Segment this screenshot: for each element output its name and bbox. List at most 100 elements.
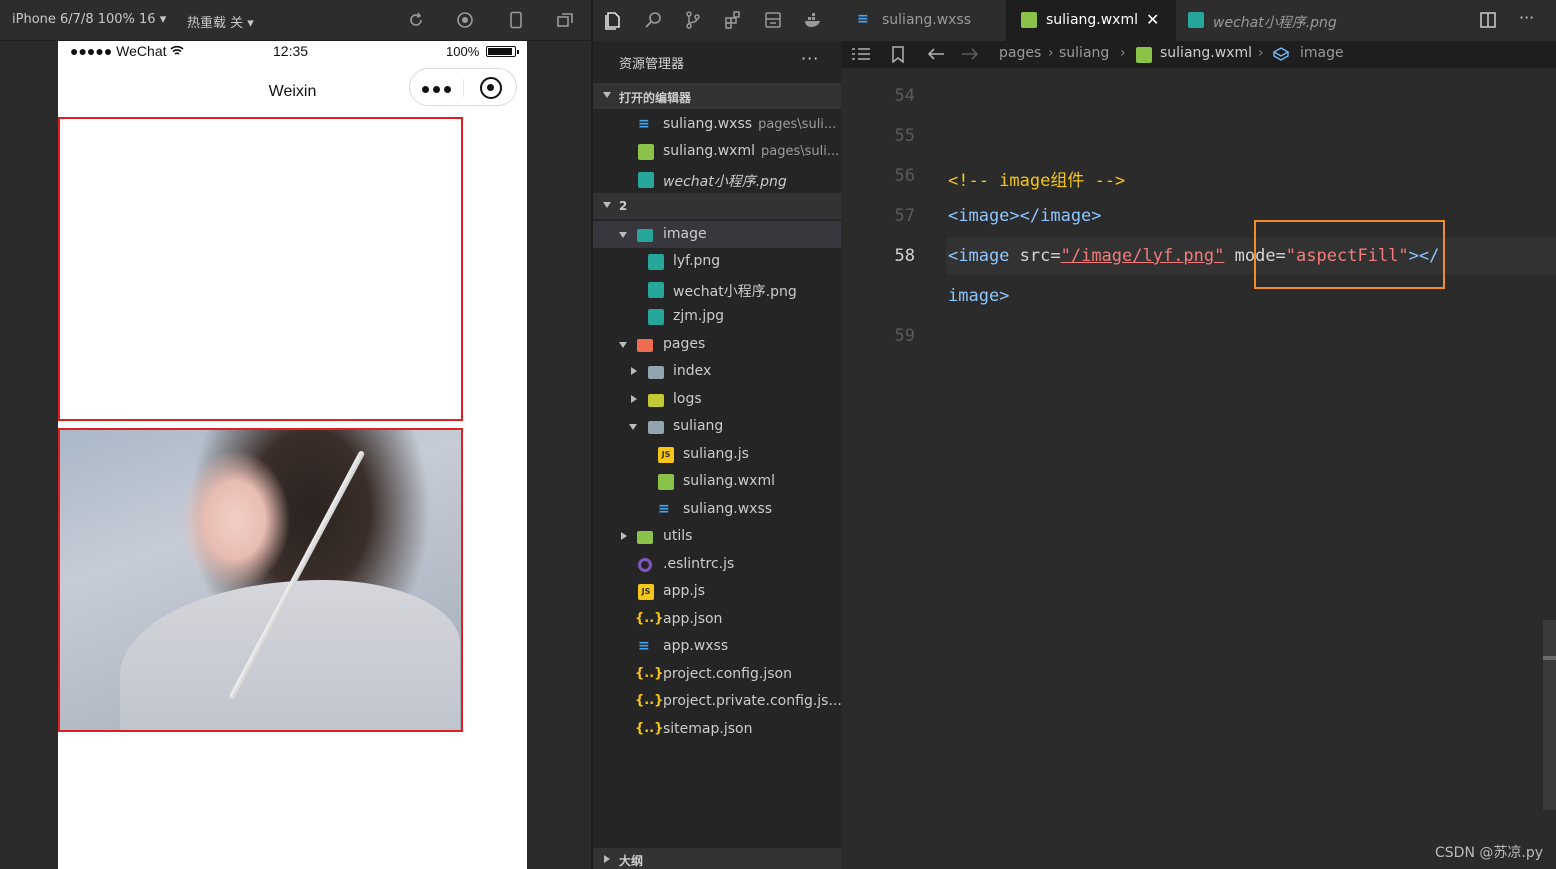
chevron-right-icon: › (1048, 45, 1054, 61)
wxss-icon: ≡ (638, 116, 650, 132)
tree-folder-pages[interactable]: pages (593, 331, 843, 358)
tree-file-app-js[interactable]: JS app.js (593, 578, 843, 605)
tree-folder-image[interactable]: image (593, 221, 843, 248)
search-icon[interactable] (643, 10, 663, 30)
battery-percent: 100% (446, 44, 480, 59)
tree-file-wechat-png[interactable]: wechat小程序.png (593, 276, 843, 303)
outline-label: 大纲 (619, 854, 644, 868)
open-editor-item[interactable]: ≡ suliang.wxss pages\suli... (593, 111, 843, 138)
breadcrumb-item[interactable]: pages (999, 45, 1041, 61)
explorer-icon[interactable] (603, 10, 623, 30)
woman-photo (60, 430, 461, 730)
line-number: 58 (894, 246, 915, 266)
breadcrumb-item[interactable]: suliang.wxml (1160, 45, 1252, 61)
tree-folder-utils[interactable]: utils (593, 523, 843, 550)
wxml-icon (1136, 47, 1152, 63)
code-comment: <!-- image组件 --> (948, 171, 1126, 191)
more-icon[interactable] (422, 86, 452, 93)
open-editor-item[interactable]: wechat小程序.png (593, 166, 843, 193)
code-editor[interactable]: 54 55 56 57 58 59 <!-- image组件 --> <imag… (841, 68, 1556, 869)
tab-label: suliang.wxml (1046, 12, 1138, 28)
open-editor-item[interactable]: suliang.wxml pages\suli... (593, 138, 843, 165)
tab-label: wechat小程序.png (1213, 15, 1337, 31)
png-icon (648, 309, 664, 325)
breadcrumb-item[interactable]: suliang (1059, 45, 1109, 61)
code-string-link[interactable]: "/image/lyf.png" (1061, 246, 1225, 266)
project-header[interactable]: 2 (593, 193, 843, 219)
line-number: 55 (894, 126, 915, 146)
docker-icon[interactable] (803, 10, 823, 30)
mode-highlight-box (1254, 220, 1445, 289)
open-editors-header[interactable]: 打开的编辑器 (593, 83, 843, 109)
breadcrumb-item[interactable]: image (1300, 45, 1344, 61)
chevron-right-icon: › (1258, 45, 1264, 61)
list-icon[interactable] (851, 47, 871, 62)
simulator-toolbar: iPhone 6/7/8 100% 16 ▾ 热重载 关 ▾ (0, 0, 591, 41)
tree-folder-suliang[interactable]: suliang (593, 413, 843, 440)
folder-icon (637, 229, 653, 242)
tree-label: app.js (663, 583, 705, 599)
png-icon (648, 282, 664, 298)
chevron-right-icon (631, 367, 637, 375)
device-selector[interactable]: iPhone 6/7/8 100% 16 ▾ (12, 12, 166, 27)
arrow-right-icon[interactable] (961, 47, 979, 61)
carrier-label: ●●●●● WeChat (70, 43, 167, 59)
cloud-dev-icon[interactable] (763, 10, 783, 30)
menu-capsule (409, 68, 517, 106)
tree-file-lyf[interactable]: lyf.png (593, 248, 843, 275)
watermark: CSDN @苏凉.py (1435, 845, 1543, 861)
tree-file-sitemap[interactable]: {..} sitemap.json (593, 716, 843, 743)
phone-preview-icon[interactable] (507, 11, 525, 29)
tree-folder-index[interactable]: index (593, 358, 843, 385)
editor-scrollbar[interactable] (1543, 620, 1556, 810)
tree-file-suliang-js[interactable]: JS suliang.js (593, 441, 843, 468)
chevron-down-icon (603, 202, 611, 208)
stop-icon[interactable] (456, 11, 474, 29)
extensions-icon[interactable] (723, 10, 743, 30)
folder-icon (637, 339, 653, 352)
tree-file-suliang-wxss[interactable]: ≡ suliang.wxss (593, 496, 843, 523)
tab-wechat-png[interactable]: wechat小程序.png (1176, 0, 1376, 41)
chevron-down-icon (619, 342, 627, 348)
json-icon: {..} (635, 666, 664, 681)
tree-file-app-wxss[interactable]: ≡ app.wxss (593, 633, 843, 660)
bookmark-icon[interactable] (891, 46, 905, 63)
tree-file-project-private[interactable]: {..} project.private.config.js... (593, 688, 843, 715)
scrollbar-thumb[interactable] (1543, 656, 1556, 660)
close-icon[interactable]: ✕ (1146, 10, 1159, 29)
tree-label: wechat小程序.png (673, 284, 797, 300)
tree-file-eslintrc[interactable]: .eslintrc.js (593, 551, 843, 578)
refresh-icon[interactable] (407, 11, 425, 29)
outline-header[interactable]: 大纲 (593, 848, 843, 869)
more-actions-icon[interactable]: ··· (1519, 8, 1534, 27)
wxml-icon (658, 474, 674, 490)
json-icon: {..} (635, 721, 664, 736)
tab-suliang-wxml[interactable]: suliang.wxml ✕ (1006, 0, 1176, 41)
png-icon (1188, 12, 1204, 28)
tree-label: suliang.wxss (683, 501, 773, 517)
source-control-icon[interactable] (683, 10, 703, 30)
explorer-more-button[interactable]: ··· (801, 49, 819, 68)
tree-label: logs (673, 391, 702, 407)
tree-file-zjm[interactable]: zjm.jpg (593, 303, 843, 330)
js-icon: JS (638, 584, 654, 600)
open-editor-path: pages\suli... (758, 117, 837, 132)
tree-file-app-json[interactable]: {..} app.json (593, 606, 843, 633)
tree-label: project.config.json (663, 666, 792, 682)
arrow-left-icon[interactable] (927, 47, 945, 61)
tree-file-project-config[interactable]: {..} project.config.json (593, 661, 843, 688)
tab-suliang-wxss[interactable]: ≡ suliang.wxss (841, 0, 1006, 41)
chevron-down-icon (619, 232, 627, 238)
hot-reload-toggle[interactable]: 热重载 关 ▾ (187, 12, 254, 31)
close-miniprogram-icon[interactable] (480, 77, 502, 99)
tree-folder-logs[interactable]: logs (593, 386, 843, 413)
detach-window-icon[interactable] (556, 11, 574, 29)
code-tag: <image (948, 246, 1010, 266)
wxss-icon: ≡ (638, 638, 650, 654)
json-icon: {..} (635, 693, 664, 708)
battery-icon (486, 46, 519, 57)
tree-label: suliang (673, 418, 724, 434)
split-editor-icon[interactable] (1479, 11, 1497, 29)
tree-file-suliang-wxml[interactable]: suliang.wxml (593, 468, 843, 495)
chevron-down-icon (603, 92, 611, 98)
